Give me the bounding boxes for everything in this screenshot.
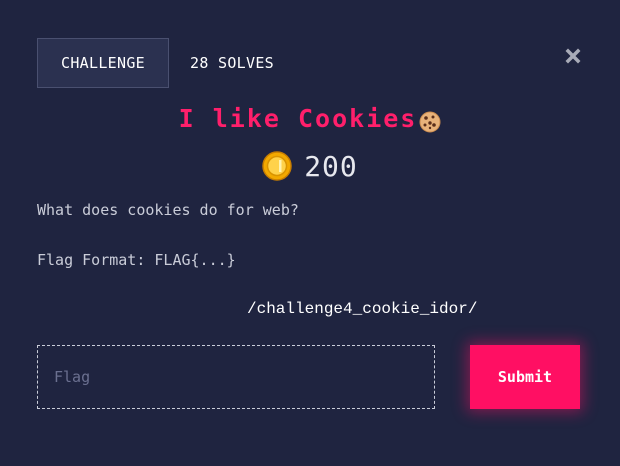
- points-row: 200: [0, 148, 620, 184]
- coin-icon: [262, 151, 292, 181]
- flag-input[interactable]: [37, 345, 435, 409]
- challenge-title: I like Cookies: [178, 104, 418, 133]
- challenge-title-row: I like Cookies: [0, 104, 620, 138]
- submit-button[interactable]: Submit: [470, 345, 580, 409]
- flag-format-text: Flag Format: FLAG{...}: [37, 251, 236, 269]
- points-value: 200: [304, 149, 358, 183]
- tab-solves-label: 28 SOLVES: [190, 54, 274, 72]
- challenge-description: What does cookies do for web?: [37, 201, 299, 219]
- close-button[interactable]: [561, 44, 585, 68]
- tab-challenge[interactable]: CHALLENGE: [37, 38, 169, 88]
- tab-solves[interactable]: 28 SOLVES: [190, 38, 274, 88]
- tab-challenge-label: CHALLENGE: [61, 54, 145, 72]
- close-icon: [565, 48, 581, 64]
- cookie-icon: [419, 111, 441, 132]
- challenge-link[interactable]: /challenge4_cookie_idor/: [247, 300, 477, 318]
